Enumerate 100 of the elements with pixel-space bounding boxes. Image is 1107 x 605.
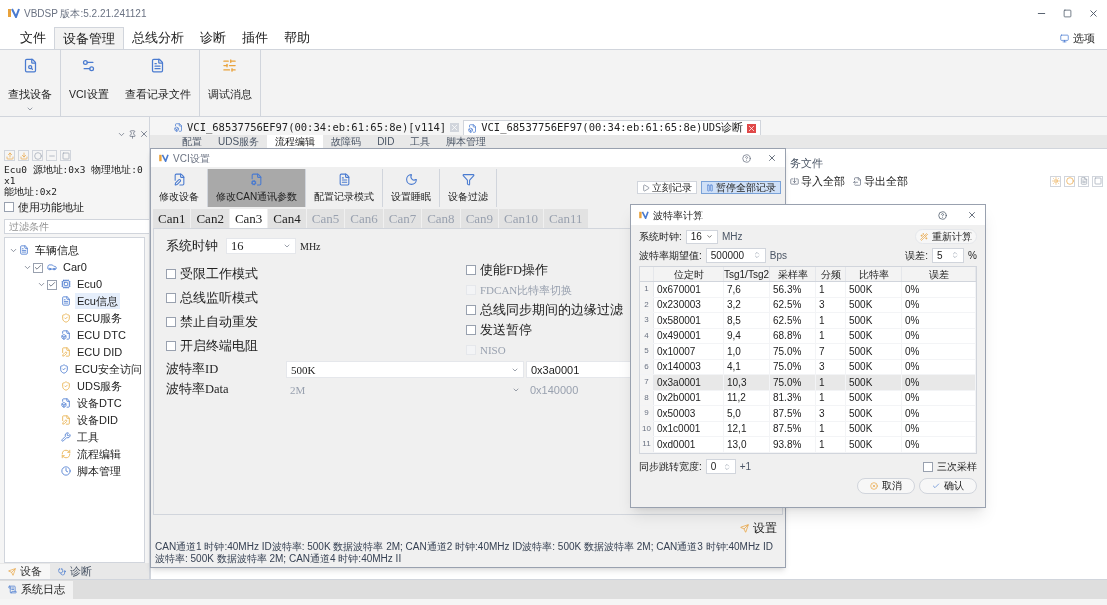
clock-select[interactable]: 16 — [685, 229, 718, 244]
menu-tab[interactable]: 总线分析 — [124, 27, 192, 49]
toolbar-button[interactable]: 设置睡眠 — [383, 169, 441, 207]
table-row[interactable]: 1 0x670001 7,6 56.3% 1 500K 0% — [640, 282, 976, 298]
document-tab[interactable]: VCI_68537756EF97(00:34:eb:61:65:8e)[v114] — [170, 120, 464, 135]
close-icon[interactable] — [767, 153, 777, 163]
sub-tab[interactable]: 脚本管理 — [438, 135, 495, 148]
tree-item[interactable]: ECU DTC — [75, 326, 128, 344]
pane-dropdown-icon[interactable] — [117, 130, 126, 139]
table-row[interactable]: 7 0x3a0001 10,3 75.0% 1 500K 0% — [640, 375, 976, 391]
options-menu[interactable]: 选项 — [1073, 29, 1095, 47]
table-row[interactable]: 2 0x230003 3,2 62.5% 3 500K 0% — [640, 297, 976, 313]
expected-rate-field[interactable]: 500000 — [705, 247, 766, 263]
maximize-icon[interactable] — [1063, 8, 1072, 18]
toolbar-button[interactable]: 设备过滤 — [440, 169, 498, 207]
toolbar-button[interactable]: 导入全部 — [790, 173, 845, 190]
can-tab[interactable]: Can4 — [268, 209, 307, 228]
sidebar-tool-icon[interactable] — [46, 150, 57, 161]
tree-item[interactable]: 设备DTC — [75, 394, 124, 412]
menu-tab[interactable]: 插件 — [234, 27, 276, 49]
sjw-field[interactable]: 0 — [705, 459, 736, 474]
baud-select[interactable]: 500K — [286, 361, 524, 379]
sub-tab[interactable]: 流程编辑 — [267, 135, 324, 148]
record-button[interactable]: 立刻记录 — [637, 181, 697, 194]
sub-tab[interactable]: UDS服务 — [210, 135, 268, 148]
can-tab[interactable]: Can1 — [153, 209, 192, 228]
can-tab[interactable]: Can3 — [229, 209, 269, 228]
table-row[interactable]: 10 0x1c0001 12,1 87.5% 1 500K 0% — [640, 421, 976, 437]
ribbon-button[interactable]: 调试消息 — [199, 50, 260, 116]
panel-tool-icon[interactable] — [1050, 175, 1061, 187]
column-header[interactable]: 采样率 — [770, 267, 816, 281]
checkbox[interactable] — [466, 325, 476, 336]
ribbon-button[interactable]: 查看记录文件 — [116, 50, 199, 116]
tree-item[interactable]: ECU服务 — [75, 309, 125, 327]
checkbox[interactable] — [47, 279, 57, 290]
checkbox[interactable] — [923, 461, 933, 472]
cancel-button[interactable]: 取消 — [857, 477, 915, 494]
checkbox[interactable] — [166, 293, 176, 304]
tree-item[interactable]: 车辆信息 — [33, 241, 81, 259]
table-row[interactable]: 8 0x2b0001 11,2 81.3% 1 500K 0% — [640, 390, 976, 406]
tree-item[interactable]: UDS服务 — [75, 377, 125, 395]
tree-item[interactable]: 脚本管理 — [75, 462, 123, 480]
column-header[interactable]: 误差 — [902, 267, 976, 281]
tree-item[interactable]: Ecu信息 — [75, 292, 120, 310]
sub-tab[interactable]: 配置 — [174, 135, 210, 148]
ribbon-button[interactable]: VCI设置 — [61, 50, 117, 116]
sub-tab[interactable]: DID — [369, 135, 403, 148]
tree-item[interactable]: Car0 — [61, 258, 89, 276]
close-icon[interactable] — [139, 129, 149, 139]
close-icon[interactable] — [1088, 7, 1099, 19]
column-header[interactable]: 比特率 — [846, 267, 902, 281]
checkbox[interactable] — [466, 265, 476, 276]
column-header[interactable]: 位定时 — [654, 267, 724, 281]
table-row[interactable]: 11 0xd0001 13,0 93.8% 1 500K 0% — [640, 437, 976, 453]
checkbox[interactable] — [33, 262, 43, 273]
pane-tab[interactable]: 诊断 — [50, 564, 100, 579]
panel-tool-icon[interactable] — [1064, 175, 1075, 187]
tree-item[interactable]: 流程编辑 — [75, 445, 123, 463]
spinner-arrows-icon[interactable] — [722, 462, 731, 471]
checkbox[interactable] — [4, 202, 14, 213]
toolbar-button[interactable]: 修改CAN通讯参数 — [208, 169, 307, 207]
sub-tab[interactable]: 故障码 — [323, 135, 370, 148]
panel-tool-icon[interactable] — [1092, 175, 1103, 187]
filter-field[interactable]: 过滤条件 — [4, 218, 150, 234]
spinner-arrows-icon[interactable] — [951, 251, 960, 259]
menu-tab[interactable]: 帮助 — [276, 27, 318, 49]
can-tab[interactable]: Can2 — [191, 209, 230, 228]
sidebar-tool-icon[interactable] — [4, 150, 15, 161]
menu-tab[interactable]: 文件 — [12, 27, 54, 49]
tab-close-icon[interactable] — [747, 123, 757, 133]
help-icon[interactable] — [938, 210, 947, 220]
checkbox[interactable] — [166, 317, 176, 328]
pane-tab[interactable]: 设备 — [0, 564, 50, 579]
document-tab[interactable]: VCI_68537756EF97(00:34:eb:61:65:8e)UDS诊断 — [463, 120, 762, 135]
close-icon[interactable] — [967, 210, 977, 220]
record-button[interactable]: 暂停全部记录 — [701, 181, 781, 194]
tree-item[interactable]: 工具 — [75, 428, 101, 446]
confirm-button[interactable]: 确认 — [919, 477, 977, 494]
menu-tab[interactable]: 诊断 — [192, 27, 234, 49]
sidebar-tool-icon[interactable] — [60, 150, 71, 161]
column-header[interactable]: Tsg1/Tsg2 — [724, 267, 770, 281]
checkbox[interactable] — [466, 305, 476, 316]
column-header[interactable]: 分频 — [816, 267, 846, 281]
checkbox[interactable] — [166, 269, 176, 280]
tolerance-field[interactable]: 5 — [932, 247, 965, 263]
tree-item[interactable]: ECU DID — [75, 343, 125, 361]
panel-tool-icon[interactable] — [1078, 175, 1089, 187]
toolbar-button[interactable]: 导出全部 — [853, 173, 908, 190]
table-row[interactable]: 5 0x10007 1,0 75.0% 7 500K 0% — [640, 344, 976, 360]
menu-tab[interactable]: 设备管理 — [54, 27, 124, 49]
table-row[interactable]: 4 0x490001 9,4 68.8% 1 500K 0% — [640, 328, 976, 344]
ribbon-button[interactable]: 查找设备 — [0, 50, 60, 116]
tree-item[interactable]: ECU安全访问 — [72, 360, 144, 378]
sub-tab[interactable]: 工具 — [402, 135, 439, 148]
sidebar-tool-icon[interactable] — [32, 150, 43, 161]
sidebar-tool-icon[interactable] — [18, 150, 29, 161]
table-row[interactable]: 3 0x580001 8,5 62.5% 1 500K 0% — [640, 313, 976, 329]
apply-button[interactable]: 设置 — [740, 519, 777, 537]
tree-item[interactable]: 设备DID — [75, 411, 120, 429]
spinner-arrows-icon[interactable] — [752, 251, 761, 259]
